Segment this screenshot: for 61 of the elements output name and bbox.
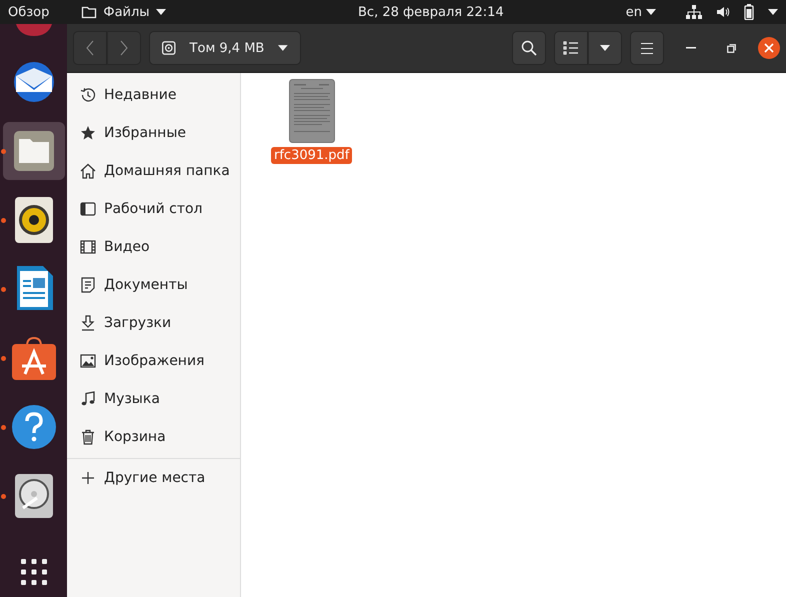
other-locations-item[interactable]: Другие места [67, 459, 240, 497]
system-menu[interactable] [686, 4, 778, 20]
volume-icon [716, 5, 730, 19]
close-icon [764, 43, 774, 53]
sidebar-item[interactable]: Загрузки [67, 304, 240, 342]
keyboard-layout-menu[interactable]: en [626, 4, 656, 20]
close-button[interactable] [758, 37, 780, 59]
file-name: rfc3091.pdf [271, 147, 352, 164]
caret-icon [768, 9, 778, 15]
caret-icon [156, 9, 166, 15]
battery-icon [744, 4, 754, 20]
video-icon [80, 239, 96, 255]
list-view-button[interactable] [554, 31, 588, 65]
chevron-right-icon [120, 40, 128, 56]
chevron-left-icon [86, 40, 94, 56]
shopping-bag-icon [12, 336, 56, 380]
clock-icon [80, 87, 96, 103]
app-grid-icon[interactable] [20, 559, 46, 585]
desktop-icon [80, 201, 96, 217]
location-button[interactable]: Том 9,4 MB [149, 31, 301, 65]
drive-icon [162, 41, 176, 55]
pdf-thumbnail-icon [288, 79, 335, 143]
sidebar-item[interactable]: Избранные [67, 114, 240, 152]
caret-icon [646, 9, 656, 15]
clock[interactable]: Вс, 28 февраля 22:14 [358, 4, 504, 20]
search-button[interactable] [512, 31, 546, 65]
sidebar-item[interactable]: Домашняя папка [67, 152, 240, 190]
file-item[interactable]: rfc3091.pdf [271, 79, 352, 164]
restore-icon [726, 44, 736, 52]
download-icon [80, 315, 96, 331]
sidebar-item[interactable]: Корзина [67, 418, 240, 456]
caret-icon [600, 45, 610, 51]
sidebar-item[interactable]: Документы [67, 266, 240, 304]
trash-icon [80, 429, 96, 445]
speaker-icon [14, 197, 52, 243]
plus-icon [80, 470, 96, 486]
search-icon [521, 40, 537, 56]
sidebar-item[interactable]: Недавние [67, 76, 240, 114]
folder-icon [81, 5, 98, 19]
star-icon [80, 125, 96, 141]
view-options-button[interactable] [588, 31, 622, 65]
dock-item[interactable] [2, 122, 64, 180]
list-icon [563, 41, 579, 55]
music-icon [80, 391, 96, 407]
help-icon [12, 405, 56, 449]
folder-icon [14, 131, 54, 171]
sidebar-item[interactable]: Изображения [67, 342, 240, 380]
sidebar-item[interactable]: Музыка [67, 380, 240, 418]
network-icon [686, 5, 702, 19]
document-icon [14, 266, 52, 312]
image-icon [80, 353, 96, 369]
caret-icon [278, 45, 288, 51]
activities-button[interactable]: Обзор [8, 4, 50, 20]
sidebar-item[interactable]: Видео [67, 228, 240, 266]
menu-icon [641, 42, 653, 54]
menu-button[interactable] [630, 31, 664, 65]
document-icon [80, 277, 96, 293]
app-menu[interactable]: Файлы [81, 4, 166, 20]
sidebar-item[interactable]: Рабочий стол [67, 190, 240, 228]
minimize-icon [686, 47, 696, 49]
home-icon [80, 163, 96, 179]
